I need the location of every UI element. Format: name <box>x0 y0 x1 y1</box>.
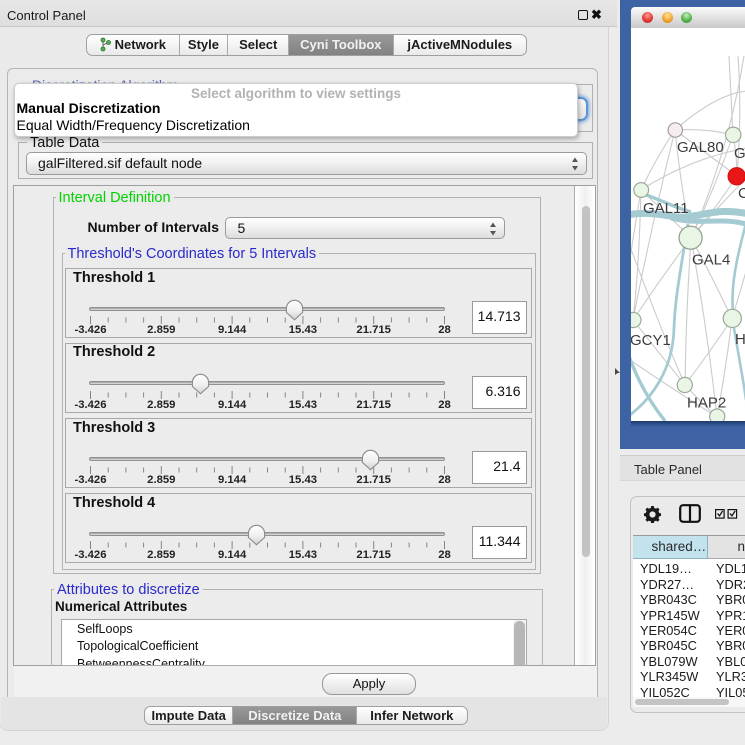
svg-text:H: H <box>735 331 745 348</box>
svg-text:GAL4: GAL4 <box>692 251 730 268</box>
svg-text:GAL80: GAL80 <box>677 139 724 156</box>
svg-text:C: C <box>738 185 745 202</box>
svg-text:HAP2: HAP2 <box>687 394 726 411</box>
svg-text:GCY1: GCY1 <box>631 332 671 349</box>
svg-text:GA: GA <box>734 145 745 162</box>
svg-text:GAL11: GAL11 <box>643 200 689 217</box>
